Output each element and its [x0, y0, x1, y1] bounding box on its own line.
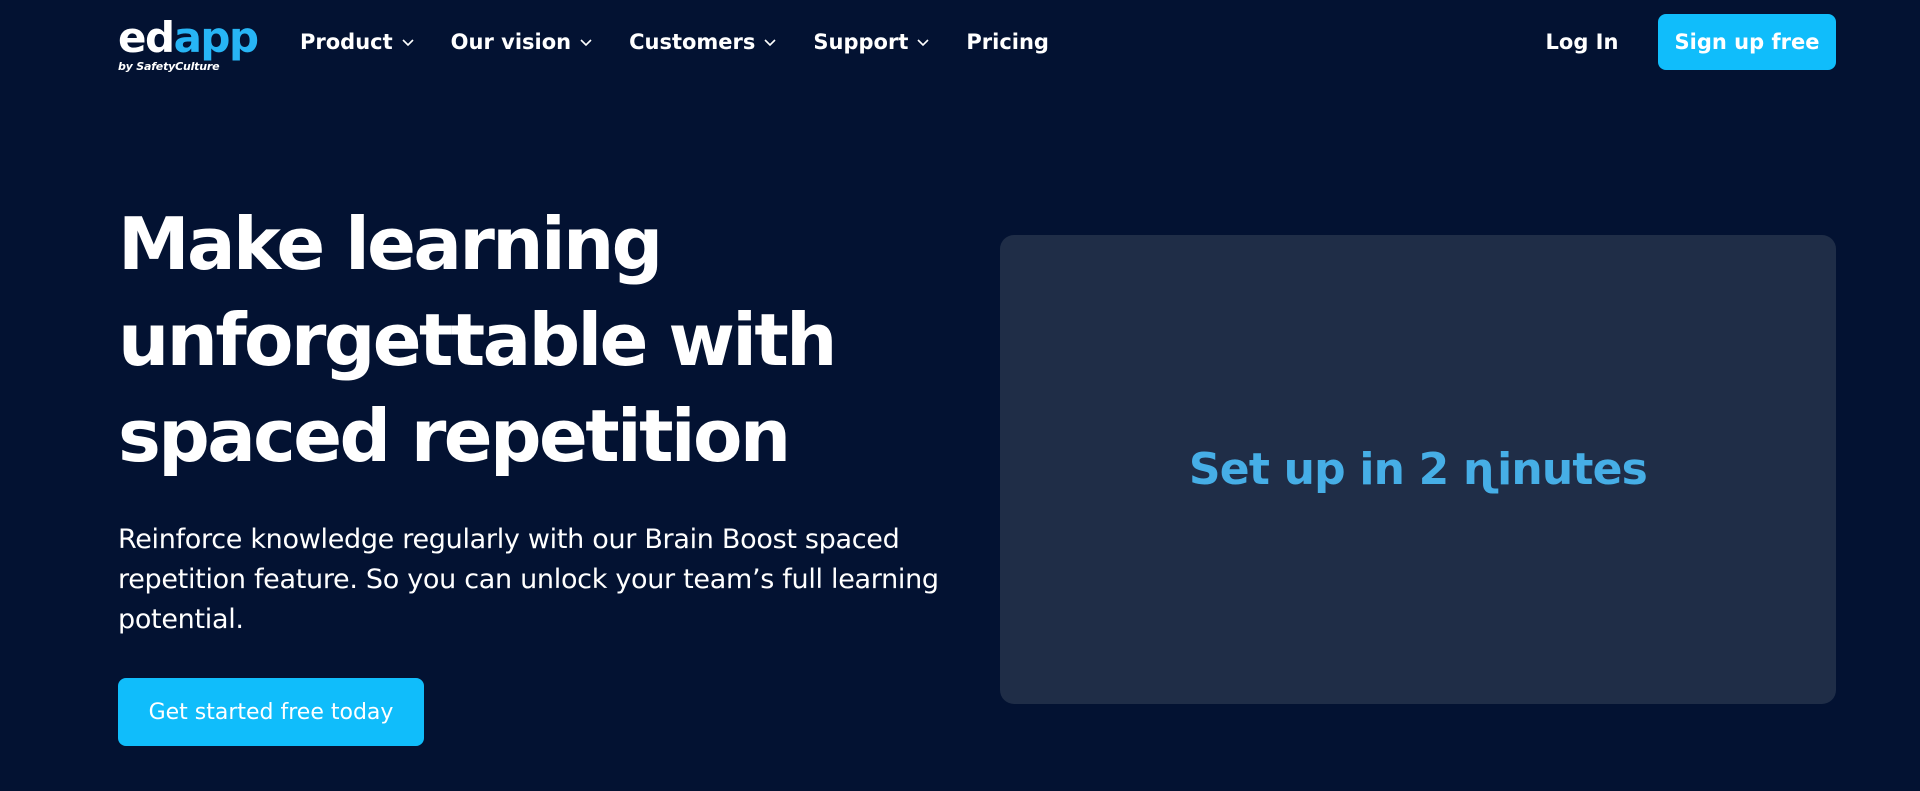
chevron-down-icon: [401, 37, 415, 47]
chevron-down-icon: [763, 37, 777, 47]
hero-description: Reinforce knowledge regularly with our B…: [118, 524, 939, 635]
chevron-down-icon: [579, 37, 593, 47]
video-panel[interactable]: Set up in 2 ɳinutes: [1000, 235, 1836, 704]
video-caption: Set up in 2 ɳinutes: [1188, 444, 1648, 495]
get-started-button[interactable]: Get started free today: [118, 678, 424, 746]
nav-item-support[interactable]: Support: [813, 22, 930, 62]
logo-ed: ed: [118, 13, 175, 62]
nav-item-product[interactable]: Product: [300, 22, 415, 62]
hero-title: Make learning unforgettable with spaced …: [118, 202, 837, 478]
logo-app: app: [173, 13, 259, 62]
nav-item-pricing[interactable]: Pricing: [966, 22, 1049, 62]
logo-tagline: by SafetyCulture: [118, 60, 220, 73]
chevron-down-icon: [916, 37, 930, 47]
edapp-logo[interactable]: edapp by SafetyCulture: [118, 13, 259, 76]
nav-item-label: Customers: [629, 30, 756, 54]
nav-item-label: Product: [300, 30, 393, 54]
nav-item-our-vision[interactable]: Our vision: [451, 22, 593, 62]
nav-item-label: Pricing: [966, 30, 1049, 54]
login-link[interactable]: Log In: [1530, 22, 1634, 62]
main-nav: Product Our vision Customers Support Pri…: [300, 22, 1085, 62]
nav-item-label: Our vision: [450, 30, 572, 54]
nav-item-label: Support: [813, 30, 909, 54]
logo-wordmark: edapp: [118, 13, 259, 62]
site-header: edapp by SafetyCulture Product Our visio…: [0, 0, 1920, 84]
nav-item-customers[interactable]: Customers: [629, 22, 777, 62]
signup-button[interactable]: Sign up free: [1658, 14, 1836, 70]
page: edapp by SafetyCulture Product Our visio…: [0, 0, 1920, 791]
